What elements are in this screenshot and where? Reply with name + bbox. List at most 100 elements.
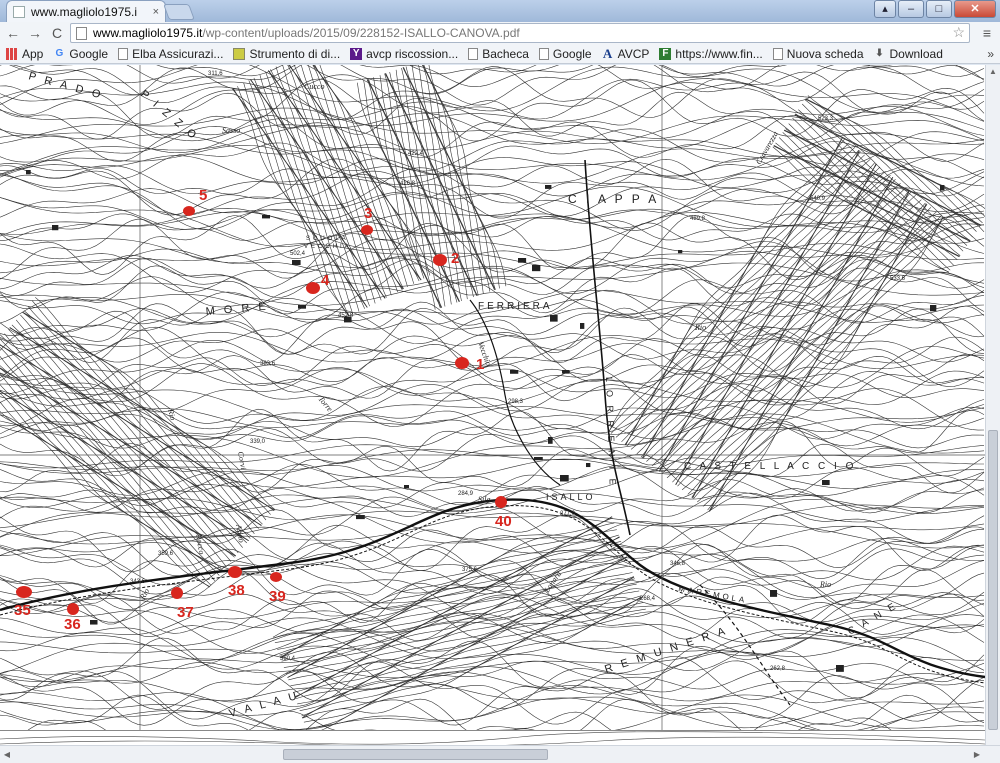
building [52, 225, 59, 231]
bookmark-label: Google [69, 46, 109, 61]
spot-height: 489,8 [690, 216, 706, 222]
marker-label-5: 5 [199, 187, 207, 204]
bookmark-app[interactable]: App [6, 47, 43, 61]
spot-height: 383,6 [260, 361, 276, 367]
tab-title: www.magliolo1975.i [31, 4, 138, 19]
spot-height: 533,6 [890, 276, 906, 282]
window-controls: ▴ – □ ✕ [874, 0, 996, 18]
bookmarks-overflow-icon[interactable]: » [987, 47, 994, 61]
spot-height: 360,4 [280, 656, 296, 662]
browser-window: www.magliolo1975.i × ▴ – □ ✕ ← → C www.m… [0, 0, 1000, 763]
building [770, 590, 778, 597]
f-icon: F [659, 47, 672, 60]
bookmark-google[interactable]: G Google [53, 47, 108, 61]
marker-label-37: 37 [177, 604, 194, 621]
marker-label-40: 40 [495, 513, 512, 530]
marker-label-4: 4 [321, 272, 330, 289]
marker-5[interactable] [183, 206, 195, 216]
topographic-map: 311,6 502,4 452,8 383,6 284,9 277,0 268,4 262,8… [0, 65, 985, 730]
building [550, 315, 558, 322]
place-rio-2: Rio [694, 323, 706, 332]
vertical-scroll-thumb[interactable] [988, 430, 998, 730]
url-path: /wp-content/uploads/2015/09/228152-ISALL… [202, 26, 520, 40]
menu-icon[interactable]: ≡ [978, 25, 996, 41]
user-icon[interactable]: ▴ [874, 0, 896, 18]
building [90, 620, 98, 625]
reload-button[interactable]: C [48, 24, 66, 42]
next-page-preview [0, 730, 985, 745]
marker-37[interactable] [171, 587, 183, 599]
new-tab-button[interactable] [163, 4, 195, 20]
bookmark-strumento[interactable]: Strumento di di... [233, 47, 340, 61]
forward-button[interactable]: → [26, 24, 44, 42]
spot-height: 343,6 [130, 579, 146, 585]
page-icon [118, 47, 129, 60]
address-bar[interactable]: www.magliolo1975.it/wp-content/uploads/2… [70, 23, 970, 43]
building [298, 305, 307, 309]
building [580, 323, 585, 329]
star-icon[interactable]: ☆ [952, 24, 965, 41]
marker-1[interactable] [455, 357, 469, 369]
close-button[interactable]: ✕ [954, 0, 996, 18]
marker-4[interactable] [306, 282, 320, 294]
spot-height: 268,4 [640, 596, 656, 602]
bookmark-label: Elba Assicurazi... [132, 46, 224, 61]
toolbar: ← → C www.magliolo1975.it/wp-content/upl… [0, 22, 1000, 44]
page-icon [538, 47, 549, 60]
spot-height: 262,8 [770, 666, 786, 672]
spot-height: 298,3 [508, 399, 524, 405]
building [356, 515, 365, 520]
place-ciappa: C I A P P A [568, 192, 659, 206]
tab-pdf[interactable]: www.magliolo1975.i × [6, 0, 166, 22]
place-sila: Sila [478, 495, 490, 504]
vertical-scrollbar[interactable]: ▲ [985, 65, 1000, 745]
marker-38[interactable] [228, 566, 242, 578]
marker-3[interactable] [361, 225, 373, 235]
scroll-up-icon[interactable]: ▲ [986, 65, 1000, 79]
horizontal-scrollbar[interactable]: ◀ ▶ [0, 745, 1000, 763]
marker-2[interactable] [433, 254, 447, 266]
back-button[interactable]: ← [4, 24, 22, 42]
marker-35[interactable] [16, 586, 32, 598]
bookmark-avcp[interactable]: A AVCP [602, 47, 650, 61]
building [822, 480, 830, 486]
marker-label-1: 1 [476, 356, 484, 373]
place-ferriera: FERRIERA [478, 301, 553, 312]
bookmark-fin[interactable]: Fhttps://www.fin... [659, 47, 763, 61]
place-rio-3: Rio [819, 580, 831, 589]
maximize-button[interactable]: □ [926, 0, 952, 18]
bookmark-elba[interactable]: Elba Assicurazi... [118, 47, 223, 61]
marker-40[interactable] [495, 496, 507, 508]
marker-label-39: 39 [269, 588, 286, 605]
horizontal-scroll-thumb[interactable] [283, 749, 548, 760]
spot-height: 284,9 [458, 491, 474, 497]
next-page-contours [0, 731, 985, 745]
building [562, 370, 570, 374]
marker-label-35: 35 [14, 602, 31, 619]
page-icon [468, 47, 479, 60]
bookmark-bacheca[interactable]: Bacheca [468, 47, 529, 61]
building [545, 185, 552, 189]
bookmark-label: Nuova scheda [786, 46, 864, 61]
marker-36[interactable] [67, 603, 79, 615]
building [940, 185, 945, 191]
building [678, 250, 683, 254]
place-sasso: Sasso [222, 126, 240, 135]
scroll-right-icon[interactable]: ▶ [970, 748, 984, 762]
bookmark-label: Download [889, 46, 943, 61]
pdf-viewport[interactable]: 311,6 502,4 452,8 383,6 284,9 277,0 268,4 262,8… [0, 65, 985, 730]
tab-close-icon[interactable]: × [153, 6, 159, 18]
place-vecchia: VECCHIA [304, 244, 352, 250]
place-castellaccio: C A S T E L L A C C I O [684, 461, 856, 472]
spot-height: 277,0 [560, 511, 576, 517]
bookmark-nuova-scheda[interactable]: Nuova scheda [772, 46, 864, 61]
bookmark-avcp-riscossione[interactable]: Yavcp riscossion... [350, 47, 458, 61]
spot-height: 346,8 [670, 561, 686, 567]
spot-height: 523,3 [818, 116, 834, 122]
marker-39[interactable] [270, 572, 282, 582]
bookmark-download[interactable]: ⬇ Download [874, 47, 943, 61]
minimize-button[interactable]: – [898, 0, 924, 18]
scroll-left-icon[interactable]: ◀ [0, 748, 14, 762]
download-icon: ⬇ [875, 47, 884, 59]
bookmark-google-2[interactable]: Google [538, 47, 592, 61]
